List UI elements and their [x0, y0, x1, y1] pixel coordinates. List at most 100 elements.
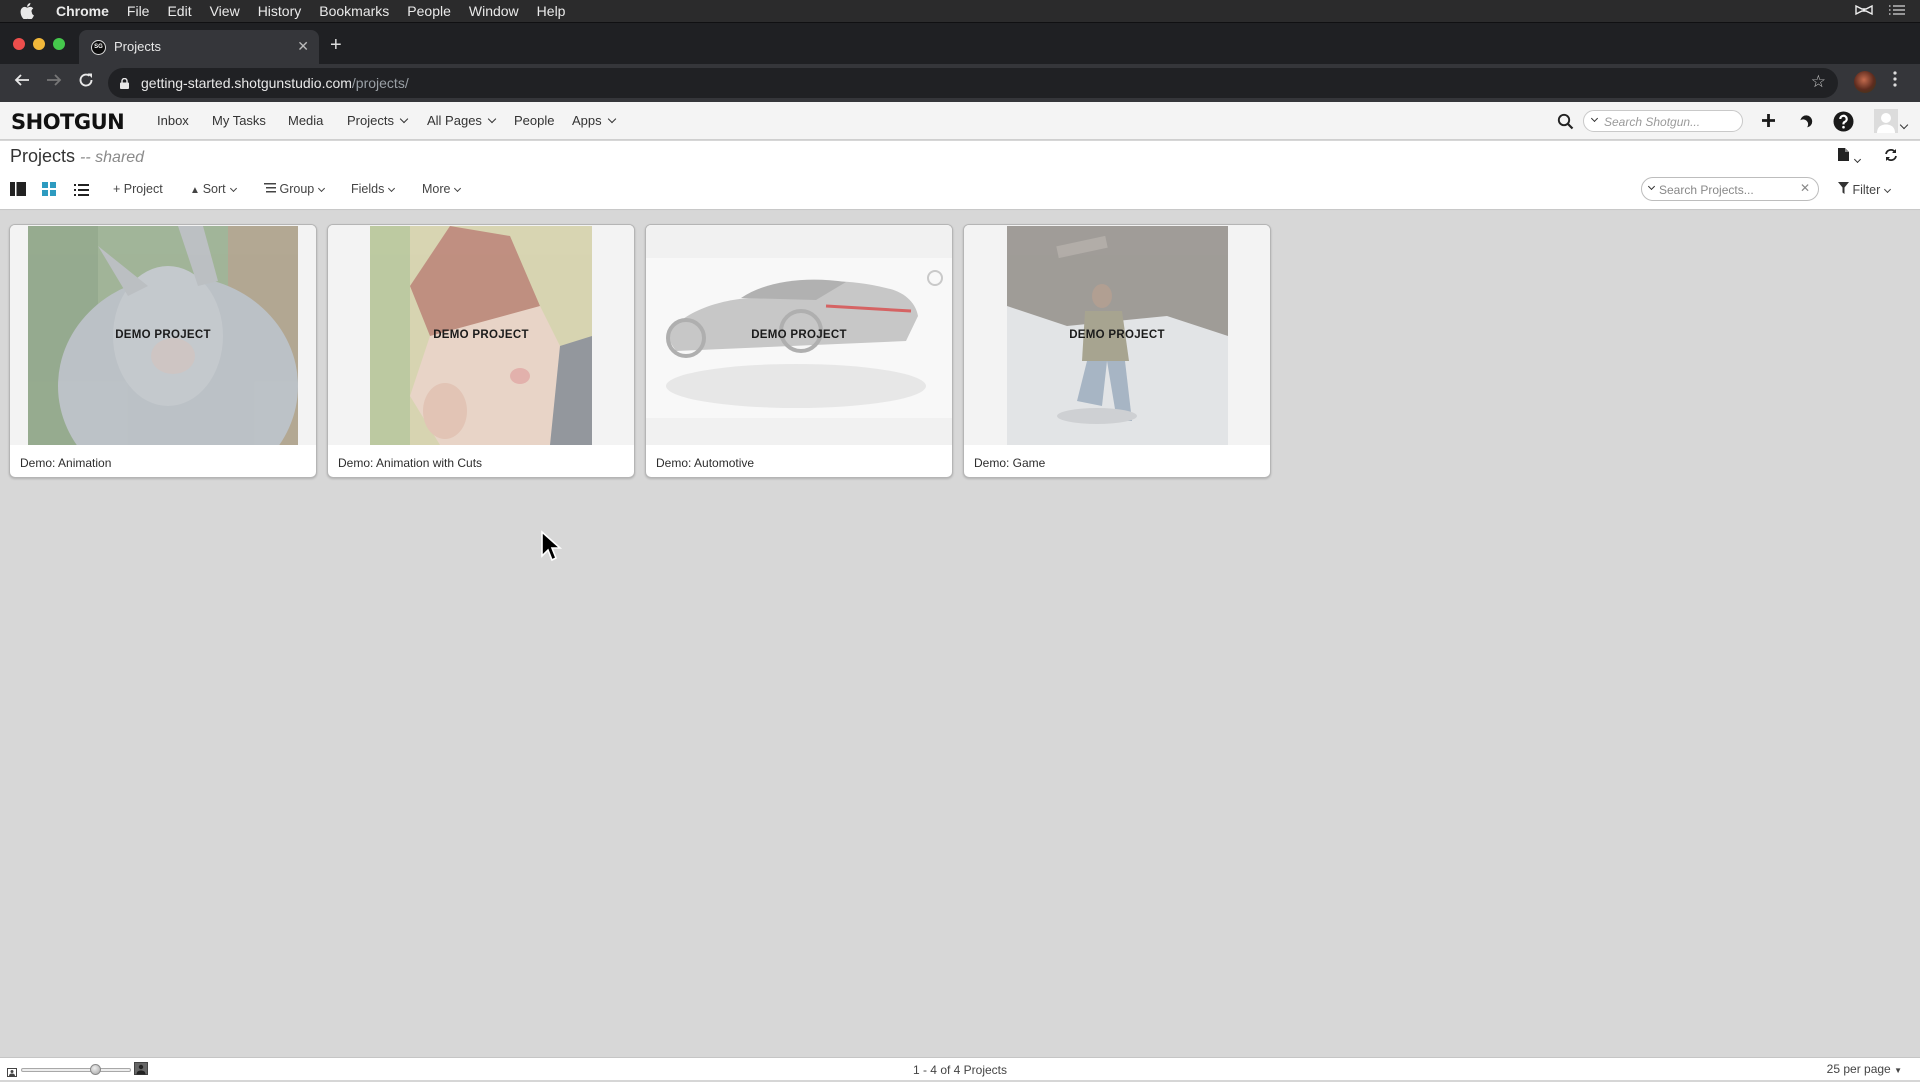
- back-arrow-icon[interactable]: [14, 72, 30, 92]
- page-title: Projects -- shared: [10, 146, 144, 167]
- reload-icon[interactable]: [78, 72, 94, 92]
- menu-bookmarks[interactable]: Bookmarks: [319, 3, 389, 19]
- search-icon[interactable]: [1557, 113, 1574, 135]
- nav-label: Apps: [572, 113, 602, 128]
- chevron-down-icon: [607, 114, 616, 124]
- project-search: ✕: [1641, 177, 1819, 201]
- url-path: /projects/: [351, 75, 409, 91]
- group-button[interactable]: Group: [264, 182, 326, 196]
- apple-icon[interactable]: [20, 3, 36, 20]
- project-thumbnail: DEMO PROJECT: [646, 225, 952, 445]
- menu-history[interactable]: History: [258, 3, 302, 19]
- group-label: Group: [279, 182, 315, 196]
- user-avatar[interactable]: [1874, 109, 1898, 133]
- sort-caret-up-icon: ▲: [190, 185, 203, 196]
- window-zoom-button[interactable]: [53, 38, 65, 50]
- menu-window[interactable]: Window: [469, 3, 519, 19]
- add-project-button[interactable]: + Project: [113, 182, 163, 196]
- project-thumbnail: DEMO PROJECT: [964, 225, 1270, 445]
- browser-tab-strip: SG Projects ✕ +: [0, 22, 1920, 65]
- nav-label: Projects: [347, 113, 394, 128]
- forward-arrow-icon[interactable]: [46, 72, 62, 92]
- window-close-button[interactable]: [13, 38, 25, 50]
- fields-button[interactable]: Fields: [351, 182, 396, 196]
- more-label: More: [422, 182, 451, 196]
- filter-button[interactable]: Filter: [1838, 182, 1892, 197]
- detail-view-icon[interactable]: [10, 182, 26, 201]
- search-scope-chevron-icon[interactable]: [1590, 114, 1599, 123]
- project-card[interactable]: DEMO PROJECT Demo: Animation with Cuts: [327, 224, 635, 478]
- url-text[interactable]: getting-started.shotgunstudio.com/projec…: [141, 75, 409, 91]
- bowtie-icon[interactable]: [1854, 3, 1874, 19]
- project-thumbnail: DEMO PROJECT: [10, 225, 316, 445]
- refresh-icon[interactable]: [1884, 148, 1898, 167]
- control-center-icon[interactable]: [1888, 3, 1906, 19]
- chevron-down-icon: [454, 184, 462, 193]
- sort-button[interactable]: ▲ Sort: [190, 182, 237, 196]
- project-name[interactable]: Demo: Animation with Cuts: [338, 456, 482, 470]
- menu-view[interactable]: View: [210, 3, 240, 19]
- address-bar[interactable]: getting-started.shotgunstudio.com/projec…: [108, 68, 1838, 98]
- plus-icon[interactable]: [1761, 113, 1776, 133]
- nav-people[interactable]: People: [514, 113, 554, 128]
- project-name[interactable]: Demo: Automotive: [656, 456, 754, 470]
- user-menu-chevron-icon[interactable]: [1899, 120, 1909, 130]
- shotgun-logo[interactable]: SHOTGUN: [11, 110, 125, 134]
- menu-edit[interactable]: Edit: [167, 3, 191, 19]
- filter-funnel-icon: [1838, 182, 1849, 197]
- project-grid: DEMO PROJECT Demo: Animation DEMO PROJEC…: [0, 211, 1920, 1057]
- group-icon: [264, 182, 276, 196]
- chevron-down-icon: [1884, 185, 1892, 194]
- menu-people[interactable]: People: [407, 3, 451, 19]
- more-button[interactable]: More: [422, 182, 462, 196]
- chevron-down-icon: [487, 114, 497, 124]
- project-name[interactable]: Demo: Animation: [20, 456, 111, 470]
- page-menu-chevron-icon[interactable]: [1853, 155, 1862, 164]
- chevron-down-icon: [399, 114, 409, 124]
- nav-media[interactable]: Media: [288, 113, 323, 128]
- chrome-profile-avatar[interactable]: [1854, 71, 1876, 93]
- nav-label: Inbox: [157, 113, 189, 128]
- shotgun-favicon-icon: SG: [91, 40, 106, 55]
- demo-project-badge: DEMO PROJECT: [751, 329, 847, 341]
- global-search-input[interactable]: [1604, 113, 1736, 130]
- nav-apps[interactable]: Apps: [572, 113, 616, 128]
- bookmark-star-icon[interactable]: ☆: [1811, 72, 1826, 92]
- list-view-icon[interactable]: [74, 183, 89, 201]
- page-title-text: Projects: [10, 146, 76, 166]
- lock-icon[interactable]: [120, 76, 129, 89]
- search-scope-chevron-icon[interactable]: [1647, 182, 1656, 191]
- thumbnail-view-icon[interactable]: [42, 182, 56, 201]
- nav-all-pages[interactable]: All Pages: [427, 113, 497, 128]
- new-tab-icon[interactable]: +: [330, 35, 342, 55]
- menu-app-name[interactable]: Chrome: [56, 3, 109, 19]
- dark-mode-moon-icon[interactable]: [1800, 114, 1814, 133]
- per-page-dropdown[interactable]: 25 per page ▼: [1827, 1062, 1902, 1076]
- demo-project-badge: DEMO PROJECT: [433, 329, 529, 341]
- menu-file[interactable]: File: [127, 3, 150, 19]
- tab-close-icon[interactable]: ✕: [297, 38, 309, 55]
- project-card[interactable]: DEMO PROJECT Demo: Game: [963, 224, 1271, 478]
- project-thumbnail: DEMO PROJECT: [328, 225, 634, 445]
- project-search-input[interactable]: [1659, 181, 1794, 198]
- project-card[interactable]: DEMO PROJECT Demo: Automotive: [645, 224, 953, 478]
- browser-toolbar: getting-started.shotgunstudio.com/projec…: [0, 64, 1920, 102]
- menu-help[interactable]: Help: [537, 3, 566, 19]
- url-host: getting-started.shotgunstudio.com: [141, 75, 352, 91]
- nav-projects[interactable]: Projects: [347, 113, 409, 128]
- help-icon[interactable]: [1833, 111, 1854, 137]
- nav-label: All Pages: [427, 113, 482, 128]
- nav-label: Media: [288, 113, 324, 128]
- browser-tab-projects[interactable]: SG Projects ✕: [79, 30, 319, 65]
- window-minimize-button[interactable]: [33, 38, 45, 50]
- nav-inbox[interactable]: Inbox: [157, 113, 189, 128]
- project-name[interactable]: Demo: Game: [974, 456, 1045, 470]
- clear-search-icon[interactable]: ✕: [1800, 181, 1810, 195]
- project-card[interactable]: DEMO PROJECT Demo: Animation: [9, 224, 317, 478]
- page-document-icon[interactable]: [1838, 148, 1849, 166]
- nav-my-tasks[interactable]: My Tasks: [212, 113, 266, 128]
- global-search: [1583, 110, 1743, 132]
- add-project-label: Project: [123, 182, 163, 196]
- chrome-menu-icon[interactable]: [1893, 71, 1899, 87]
- fields-label: Fields: [351, 182, 385, 196]
